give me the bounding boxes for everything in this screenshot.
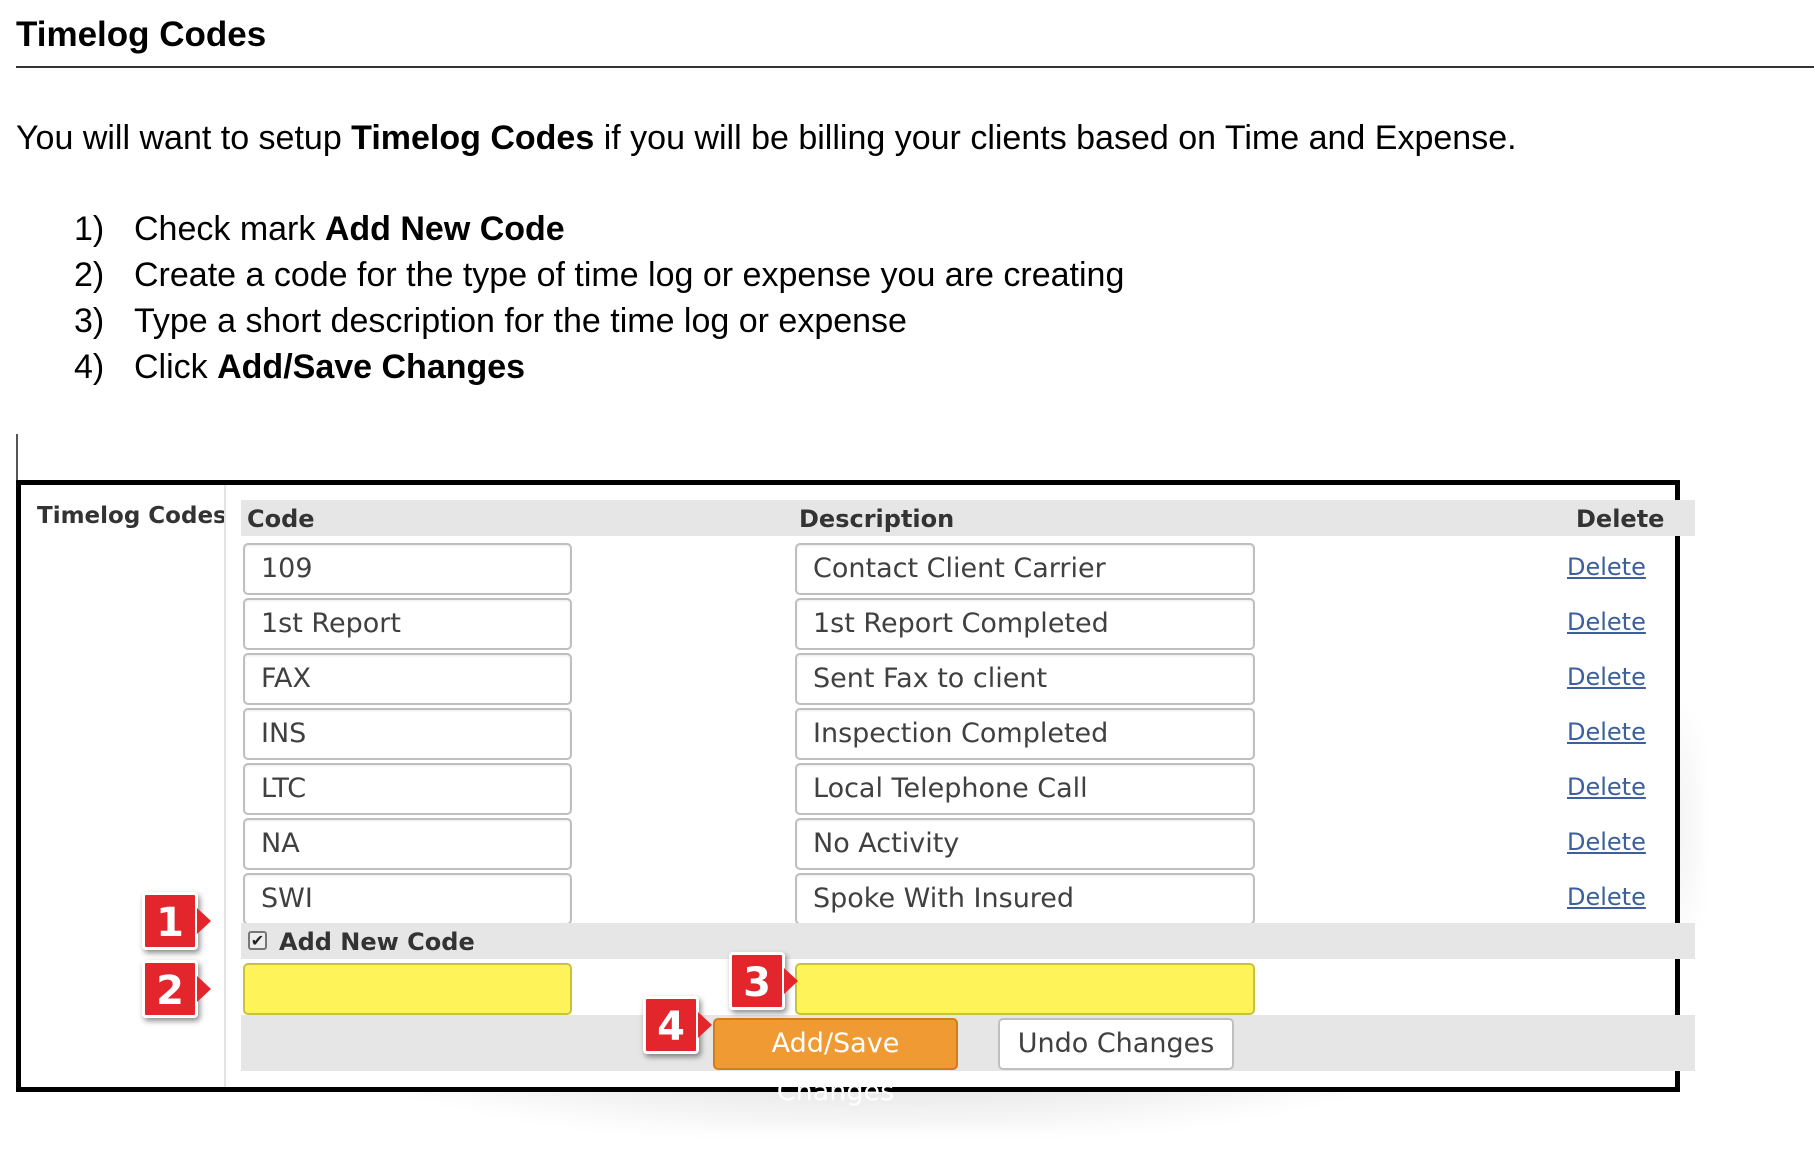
description-input[interactable]: Sent Fax to client xyxy=(795,653,1255,705)
delete-link[interactable]: Delete xyxy=(1567,608,1646,636)
button-bar xyxy=(241,1015,1695,1071)
description-input[interactable]: Inspection Completed xyxy=(795,708,1255,760)
step-text: Check mark Add New Code xyxy=(134,206,565,252)
table-row: 1st Report 1st Report Completed Delete xyxy=(21,598,1675,654)
description-input[interactable]: Local Telephone Call xyxy=(795,763,1255,815)
code-input[interactable]: 1st Report xyxy=(243,598,572,650)
column-header-description: Description xyxy=(799,505,955,533)
page-heading: Timelog Codes xyxy=(16,15,267,54)
step-badge-1: 1 xyxy=(142,892,211,950)
delete-link[interactable]: Delete xyxy=(1567,663,1646,691)
add-new-code-checkbox[interactable]: ✔ xyxy=(248,931,267,950)
table-row: FAX Sent Fax to client Delete xyxy=(21,653,1675,709)
add-new-code-label[interactable]: Add New Code xyxy=(279,928,475,956)
delete-link[interactable]: Delete xyxy=(1567,553,1646,581)
step-bold-text: Add New Code xyxy=(324,210,565,248)
description-input[interactable]: No Activity xyxy=(795,818,1255,870)
table-header-band xyxy=(241,500,1695,536)
code-input[interactable]: SWI xyxy=(243,873,572,925)
intro-text-after: if you will be billing your clients base… xyxy=(594,119,1517,157)
delete-link[interactable]: Delete xyxy=(1567,828,1646,856)
step-text: Type a short description for the time lo… xyxy=(134,298,907,344)
heading-underline xyxy=(16,66,1814,68)
code-input[interactable]: NA xyxy=(243,818,572,870)
add-save-changes-button[interactable]: Add/Save Changes xyxy=(713,1018,958,1107)
step-badge-3: 3 xyxy=(729,952,798,1010)
step-plain-text: Click xyxy=(134,348,218,386)
step-number: 4) xyxy=(74,348,105,386)
description-input[interactable]: Contact Client Carrier xyxy=(795,543,1255,595)
timelog-codes-screenshot: Timelog Codes Code Description Delete 10… xyxy=(16,480,1695,1107)
intro-paragraph: You will want to setup Timelog Codes if … xyxy=(16,116,1517,160)
code-input[interactable]: 109 xyxy=(243,543,572,595)
step-number: 2) xyxy=(74,256,105,294)
step-text: Create a code for the type of time log o… xyxy=(134,252,1124,298)
delete-link[interactable]: Delete xyxy=(1567,773,1646,801)
table-row: INS Inspection Completed Delete xyxy=(21,708,1675,764)
step-plain-text: Check mark xyxy=(134,210,325,248)
step-badge-2: 2 xyxy=(142,960,211,1018)
intro-bold-term: Timelog Codes xyxy=(351,119,595,157)
step-number: 3) xyxy=(74,302,105,340)
code-input[interactable]: INS xyxy=(243,708,572,760)
column-header-code: Code xyxy=(247,505,315,533)
delete-link[interactable]: Delete xyxy=(1567,718,1646,746)
step-text: Click Add/Save Changes xyxy=(134,344,525,390)
step-plain-text: Type a short description for the time lo… xyxy=(134,302,907,340)
table-row: LTC Local Telephone Call Delete xyxy=(21,763,1675,819)
intro-text-before: You will want to setup xyxy=(16,119,352,157)
column-header-delete: Delete xyxy=(1576,505,1665,533)
description-input[interactable]: 1st Report Completed xyxy=(795,598,1255,650)
delete-link[interactable]: Delete xyxy=(1567,883,1646,911)
table-row: SWI Spoke With Insured Delete xyxy=(21,873,1675,929)
step-plain-text: Create a code for the type of time log o… xyxy=(134,256,1125,294)
code-input[interactable]: FAX xyxy=(243,653,572,705)
code-input[interactable]: LTC xyxy=(243,763,572,815)
description-input[interactable]: Spoke With Insured xyxy=(795,873,1255,925)
table-row: 109 Contact Client Carrier Delete xyxy=(21,543,1675,599)
section-label: Timelog Codes xyxy=(37,503,227,529)
step-bold-text: Add/Save Changes xyxy=(217,348,526,386)
text-cursor-line xyxy=(16,434,18,480)
new-code-input[interactable] xyxy=(243,963,572,1015)
table-row: NA No Activity Delete xyxy=(21,818,1675,874)
step-number: 1) xyxy=(74,210,105,248)
new-description-input[interactable] xyxy=(795,963,1255,1015)
step-badge-4: 4 xyxy=(643,996,712,1054)
undo-changes-button[interactable]: Undo Changes xyxy=(998,1018,1234,1070)
